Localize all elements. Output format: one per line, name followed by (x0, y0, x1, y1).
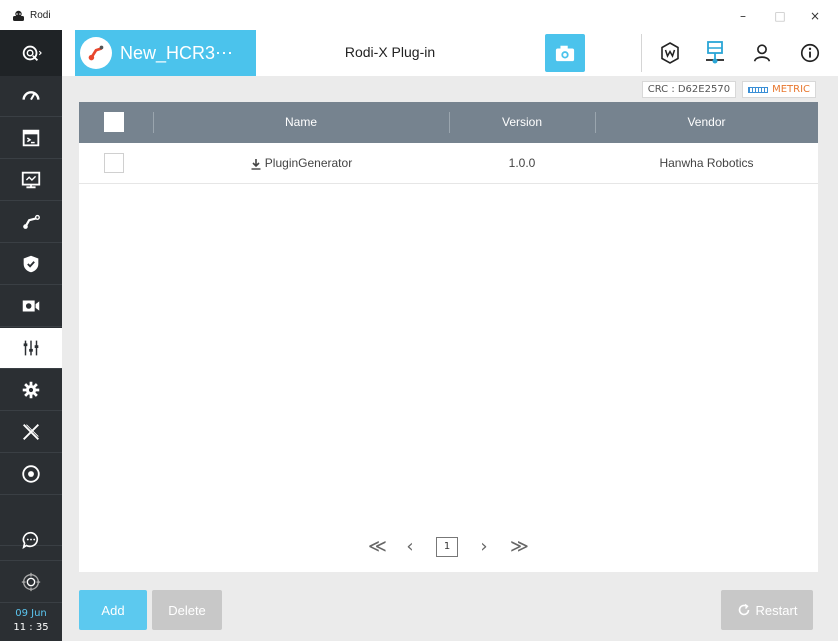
sidebar-item-monitor[interactable] (0, 160, 62, 201)
window-title: Rodi (30, 10, 51, 21)
column-header-version[interactable]: Version (449, 102, 595, 143)
plugin-name: PluginGenerator (264, 156, 353, 170)
maximize-button[interactable]: □ (765, 6, 795, 26)
network-button[interactable] (699, 38, 731, 68)
column-header-vendor[interactable]: Vendor (595, 102, 818, 143)
restart-label: Restart (755, 602, 798, 618)
w-badge-icon (661, 42, 679, 64)
camera-record-icon (22, 300, 40, 312)
camera-button[interactable] (545, 34, 585, 72)
last-page-button[interactable]: ≫ (510, 537, 529, 557)
prev-page-button[interactable]: ‹ (402, 537, 418, 557)
table-row[interactable]: PluginGenerator 1.0.0 Hanwha Robotics (79, 143, 818, 184)
metric-badge: METRIC (742, 81, 816, 98)
speed-icon (22, 91, 40, 101)
restart-icon (738, 603, 749, 616)
table-header: Name Version Vendor (79, 102, 818, 143)
sidebar-item-safety[interactable] (0, 244, 62, 285)
header-divider (641, 34, 642, 72)
restart-button[interactable]: Restart (721, 590, 813, 630)
pagination: ≪ ‹ 1 › ≫ (368, 537, 529, 557)
user-button[interactable] (746, 38, 778, 68)
column-header-name[interactable]: Name (153, 102, 449, 143)
clock-time: 11 : 35 (13, 622, 49, 633)
monitor-icon (21, 171, 41, 189)
target-icon (21, 572, 41, 592)
rodi-x-icon (23, 424, 39, 440)
minimize-button[interactable]: – (728, 6, 758, 26)
network-icon (706, 41, 724, 64)
info-button[interactable] (794, 38, 826, 68)
robot-name: New_HCR3⋯ (120, 42, 234, 63)
first-page-button[interactable]: ≪ (368, 537, 387, 557)
sidebar-item-rodi-x[interactable] (0, 412, 62, 453)
chat-icon (22, 531, 39, 550)
next-page-button[interactable]: › (476, 537, 492, 557)
camera-icon (555, 45, 575, 62)
disc-icon (22, 465, 40, 483)
w-badge-button[interactable] (654, 38, 686, 68)
status-bar: CRC : D62E2570 METRIC (641, 81, 816, 98)
robot-logo-icon (80, 37, 112, 69)
plugin-table: Name Version Vendor PluginGenerator 1.0.… (79, 102, 818, 572)
sidebar-item-dashboard[interactable] (0, 76, 62, 117)
rodi-logo-icon (13, 10, 24, 21)
add-button[interactable]: Add (79, 590, 147, 630)
select-all-checkbox[interactable] (104, 112, 124, 132)
gear-icon (22, 381, 40, 399)
cell-vendor: Hanwha Robotics (659, 156, 754, 170)
sidebar-item-vision[interactable] (0, 286, 62, 327)
sidebar-item-chat[interactable] (0, 520, 62, 561)
home-logo-icon (22, 45, 42, 61)
user-icon (753, 44, 771, 62)
sidebar-home-button[interactable] (0, 30, 62, 76)
title-bar: Rodi – □ × (0, 0, 838, 30)
ruler-icon (748, 86, 769, 93)
download-icon (251, 158, 261, 170)
delete-button[interactable]: Delete (152, 590, 222, 630)
sidebar-item-target[interactable] (0, 562, 62, 603)
robot-arm-icon (23, 214, 40, 229)
robot-selector[interactable]: New_HCR3⋯ (75, 30, 256, 76)
crc-badge: CRC : D62E2570 (641, 81, 737, 98)
cell-name: PluginGenerator (153, 143, 449, 184)
sidebar: 09 Jun 11 : 35 (0, 30, 62, 641)
current-page[interactable]: 1 (436, 537, 458, 557)
cell-version: 1.0.0 (508, 156, 536, 170)
page-title: Rodi-X Plug-in (344, 44, 436, 60)
close-button[interactable]: × (800, 6, 830, 26)
sidebar-item-program[interactable] (0, 118, 62, 159)
info-icon (800, 43, 820, 63)
clock-date: 09 Jun (15, 608, 47, 619)
sidebar-item-plugin[interactable] (0, 328, 62, 369)
terminal-icon (22, 129, 40, 147)
sidebar-item-settings[interactable] (0, 370, 62, 411)
row-checkbox[interactable] (104, 153, 124, 173)
sliders-icon (23, 340, 39, 356)
shield-icon (23, 255, 39, 273)
clock: 09 Jun 11 : 35 (0, 602, 62, 641)
metric-label: METRIC (772, 84, 810, 95)
sidebar-item-robot[interactable] (0, 202, 62, 243)
sidebar-item-record[interactable] (0, 454, 62, 495)
